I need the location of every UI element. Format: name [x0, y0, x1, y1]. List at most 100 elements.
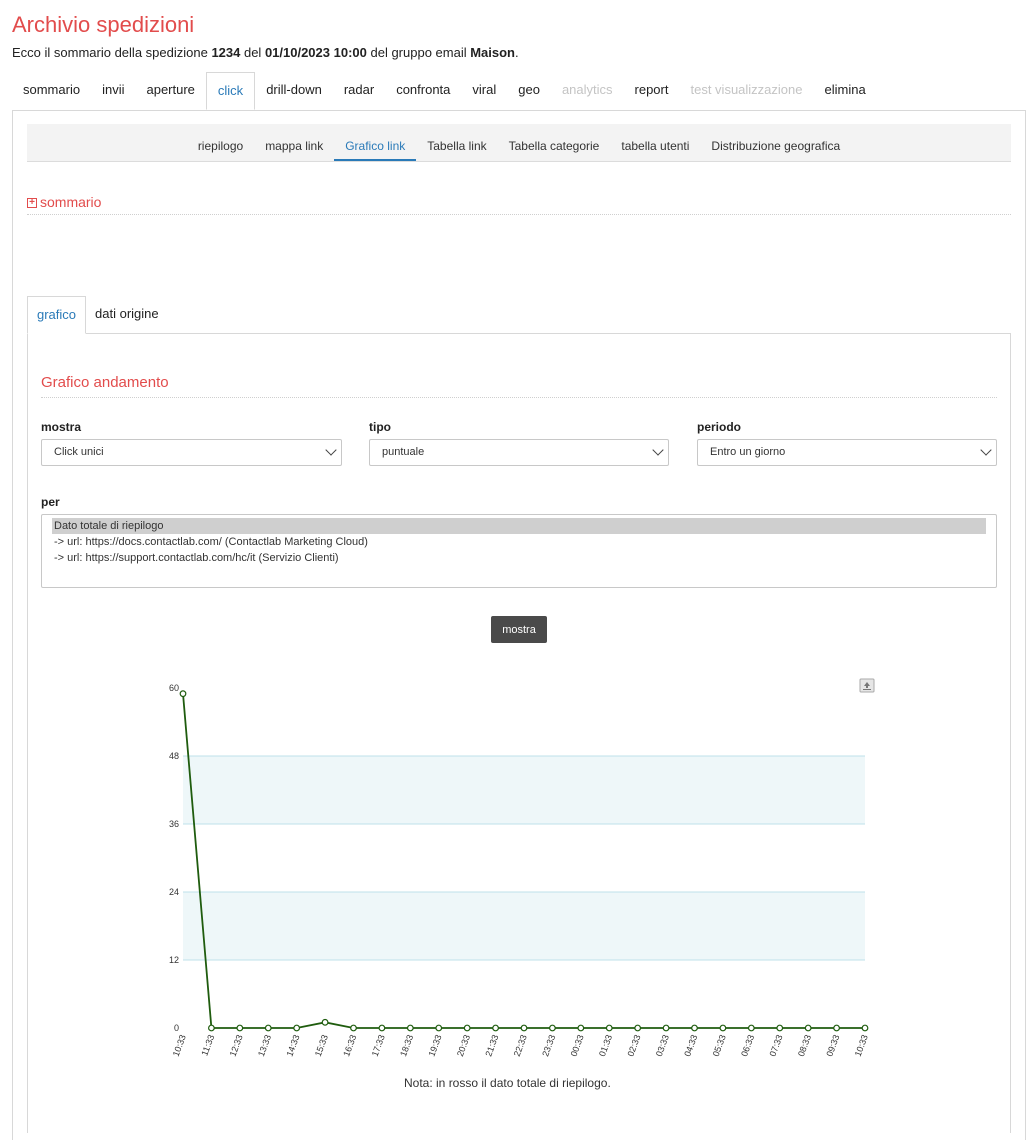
x-tick-label: 01:33 — [597, 1033, 614, 1058]
export-icon[interactable] — [859, 678, 875, 693]
chevron-down-icon — [980, 444, 992, 456]
subtab-tabella-utenti[interactable]: tabella utenti — [610, 124, 700, 161]
data-point — [406, 1024, 414, 1032]
grid-band — [183, 892, 865, 960]
page-title: Archivio spedizioni — [12, 12, 195, 37]
grid-band — [183, 756, 865, 824]
y-tick-label: 60 — [169, 683, 179, 693]
data-point — [264, 1024, 272, 1032]
data-point — [776, 1024, 784, 1032]
data-point — [605, 1024, 613, 1032]
x-tick-label: 18:33 — [398, 1033, 415, 1058]
x-tick-label: 06:33 — [739, 1033, 756, 1058]
tab-invii[interactable]: invii — [91, 72, 135, 110]
summary-label[interactable]: sommario — [40, 194, 101, 210]
subtab-tabella-link[interactable]: Tabella link — [416, 124, 497, 161]
x-tick-label: 13:33 — [256, 1033, 273, 1058]
sub-nav: riepilogo mappa link Grafico link Tabell… — [27, 124, 1011, 162]
subtab-riepilogo[interactable]: riepilogo — [187, 124, 254, 161]
tab-grafico[interactable]: grafico — [27, 296, 87, 334]
tab-confronta[interactable]: confronta — [385, 72, 461, 110]
x-tick-label: 07:33 — [768, 1033, 785, 1058]
tab-click[interactable]: click — [205, 72, 256, 110]
data-point — [435, 1024, 443, 1032]
x-tick-label: 17:33 — [370, 1033, 387, 1058]
x-tick-label: 03:33 — [654, 1033, 671, 1058]
section-title: Grafico andamento — [41, 374, 997, 398]
per-option-docs-url[interactable]: -> url: https://docs.contactlab.com/ (Co… — [52, 534, 986, 550]
subtab-tabella-categorie[interactable]: Tabella categorie — [498, 124, 611, 161]
tipo-select[interactable]: puntuale — [369, 439, 669, 466]
x-tick-label: 02:33 — [625, 1033, 642, 1058]
tab-viral[interactable]: viral — [461, 72, 507, 110]
tab-elimina[interactable]: elimina — [813, 72, 876, 110]
x-tick-label: 08:33 — [796, 1033, 813, 1058]
per-listbox[interactable]: Dato totale di riepilogo -> url: https:/… — [41, 514, 997, 588]
x-tick-label: 20:33 — [455, 1033, 472, 1058]
x-tick-label: 16:33 — [341, 1033, 358, 1058]
chevron-down-icon — [325, 444, 337, 456]
x-tick-label: 21:33 — [483, 1033, 500, 1058]
y-tick-label: 36 — [169, 819, 179, 829]
x-tick-label: 10:33 — [171, 1033, 188, 1058]
data-point — [549, 1024, 556, 1032]
data-point — [634, 1024, 642, 1032]
per-option-total[interactable]: Dato totale di riepilogo — [52, 518, 986, 534]
x-tick-label: 09:33 — [824, 1033, 841, 1058]
main-tabs: sommario invii aperture click drill-down… — [12, 72, 877, 110]
subtab-mappa-link[interactable]: mappa link — [254, 124, 334, 161]
data-point — [463, 1024, 471, 1032]
y-tick-label: 12 — [169, 955, 179, 965]
data-point — [719, 1024, 727, 1032]
data-point — [520, 1024, 528, 1032]
email-group: Maison — [470, 45, 516, 60]
data-point — [804, 1024, 812, 1032]
x-tick-label: 10:33 — [853, 1033, 870, 1058]
data-point — [662, 1024, 670, 1032]
tab-analytics: analytics — [561, 82, 613, 97]
x-tick-label: 05:33 — [711, 1033, 728, 1058]
data-point — [293, 1024, 301, 1032]
chevron-down-icon — [652, 444, 664, 456]
mostra-select-value: Click unici — [54, 446, 104, 458]
periodo-label: periodo — [697, 420, 741, 434]
tab-report[interactable]: report — [624, 72, 680, 110]
tab-geo[interactable]: geo — [507, 72, 551, 110]
x-tick-label: 00:33 — [569, 1033, 586, 1058]
data-point — [861, 1024, 869, 1032]
inner-tabs: grafico dati origine — [27, 296, 168, 334]
x-tick-label: 19:33 — [427, 1033, 444, 1058]
x-tick-label: 22:33 — [512, 1033, 529, 1058]
x-tick-label: 14:33 — [284, 1033, 301, 1058]
tab-aperture[interactable]: aperture — [135, 72, 205, 110]
tab-radar[interactable]: radar — [333, 72, 385, 110]
tab-sommario[interactable]: sommario — [12, 72, 91, 110]
data-point — [350, 1024, 357, 1032]
show-button[interactable]: mostra — [491, 616, 547, 643]
summary-toggle[interactable]: + sommario — [27, 190, 1011, 215]
chart-note: Nota: in rosso il dato totale di riepilo… — [404, 1076, 611, 1090]
data-point — [833, 1024, 840, 1032]
y-tick-label: 24 — [169, 887, 179, 897]
y-tick-label: 0 — [174, 1023, 179, 1033]
tab-dati-origine[interactable]: dati origine — [86, 296, 168, 334]
per-option-support-url[interactable]: -> url: https://support.contactlab.com/h… — [52, 550, 986, 566]
mostra-label: mostra — [41, 420, 82, 434]
x-tick-label: 11:33 — [199, 1033, 216, 1057]
subtab-distribuzione-geografica[interactable]: Distribuzione geografica — [700, 124, 851, 161]
line-chart: 0 12 24 36 48 60 10:33 11:33 12:33 13:33 14:33 15:3… — [169, 678, 875, 1058]
data-point — [492, 1024, 499, 1032]
mostra-select[interactable]: Click unici — [41, 439, 342, 466]
delivery-id: 1234 — [211, 45, 241, 60]
data-point — [236, 1024, 244, 1032]
page-subtitle: Ecco il sommario della spedizione 1234 d… — [12, 45, 519, 60]
tipo-label: tipo — [369, 420, 391, 434]
plus-square-icon[interactable]: + — [27, 198, 37, 208]
tab-drill-down[interactable]: drill-down — [255, 72, 333, 110]
x-tick-label: 23:33 — [540, 1033, 557, 1058]
x-tick-label: 04:33 — [682, 1033, 699, 1058]
subtab-grafico-link[interactable]: Grafico link — [334, 124, 417, 161]
periodo-select[interactable]: Entro un giorno — [697, 439, 997, 466]
tab-test-visualizzazione: test visualizzazione — [690, 82, 803, 97]
data-point — [321, 1018, 329, 1026]
